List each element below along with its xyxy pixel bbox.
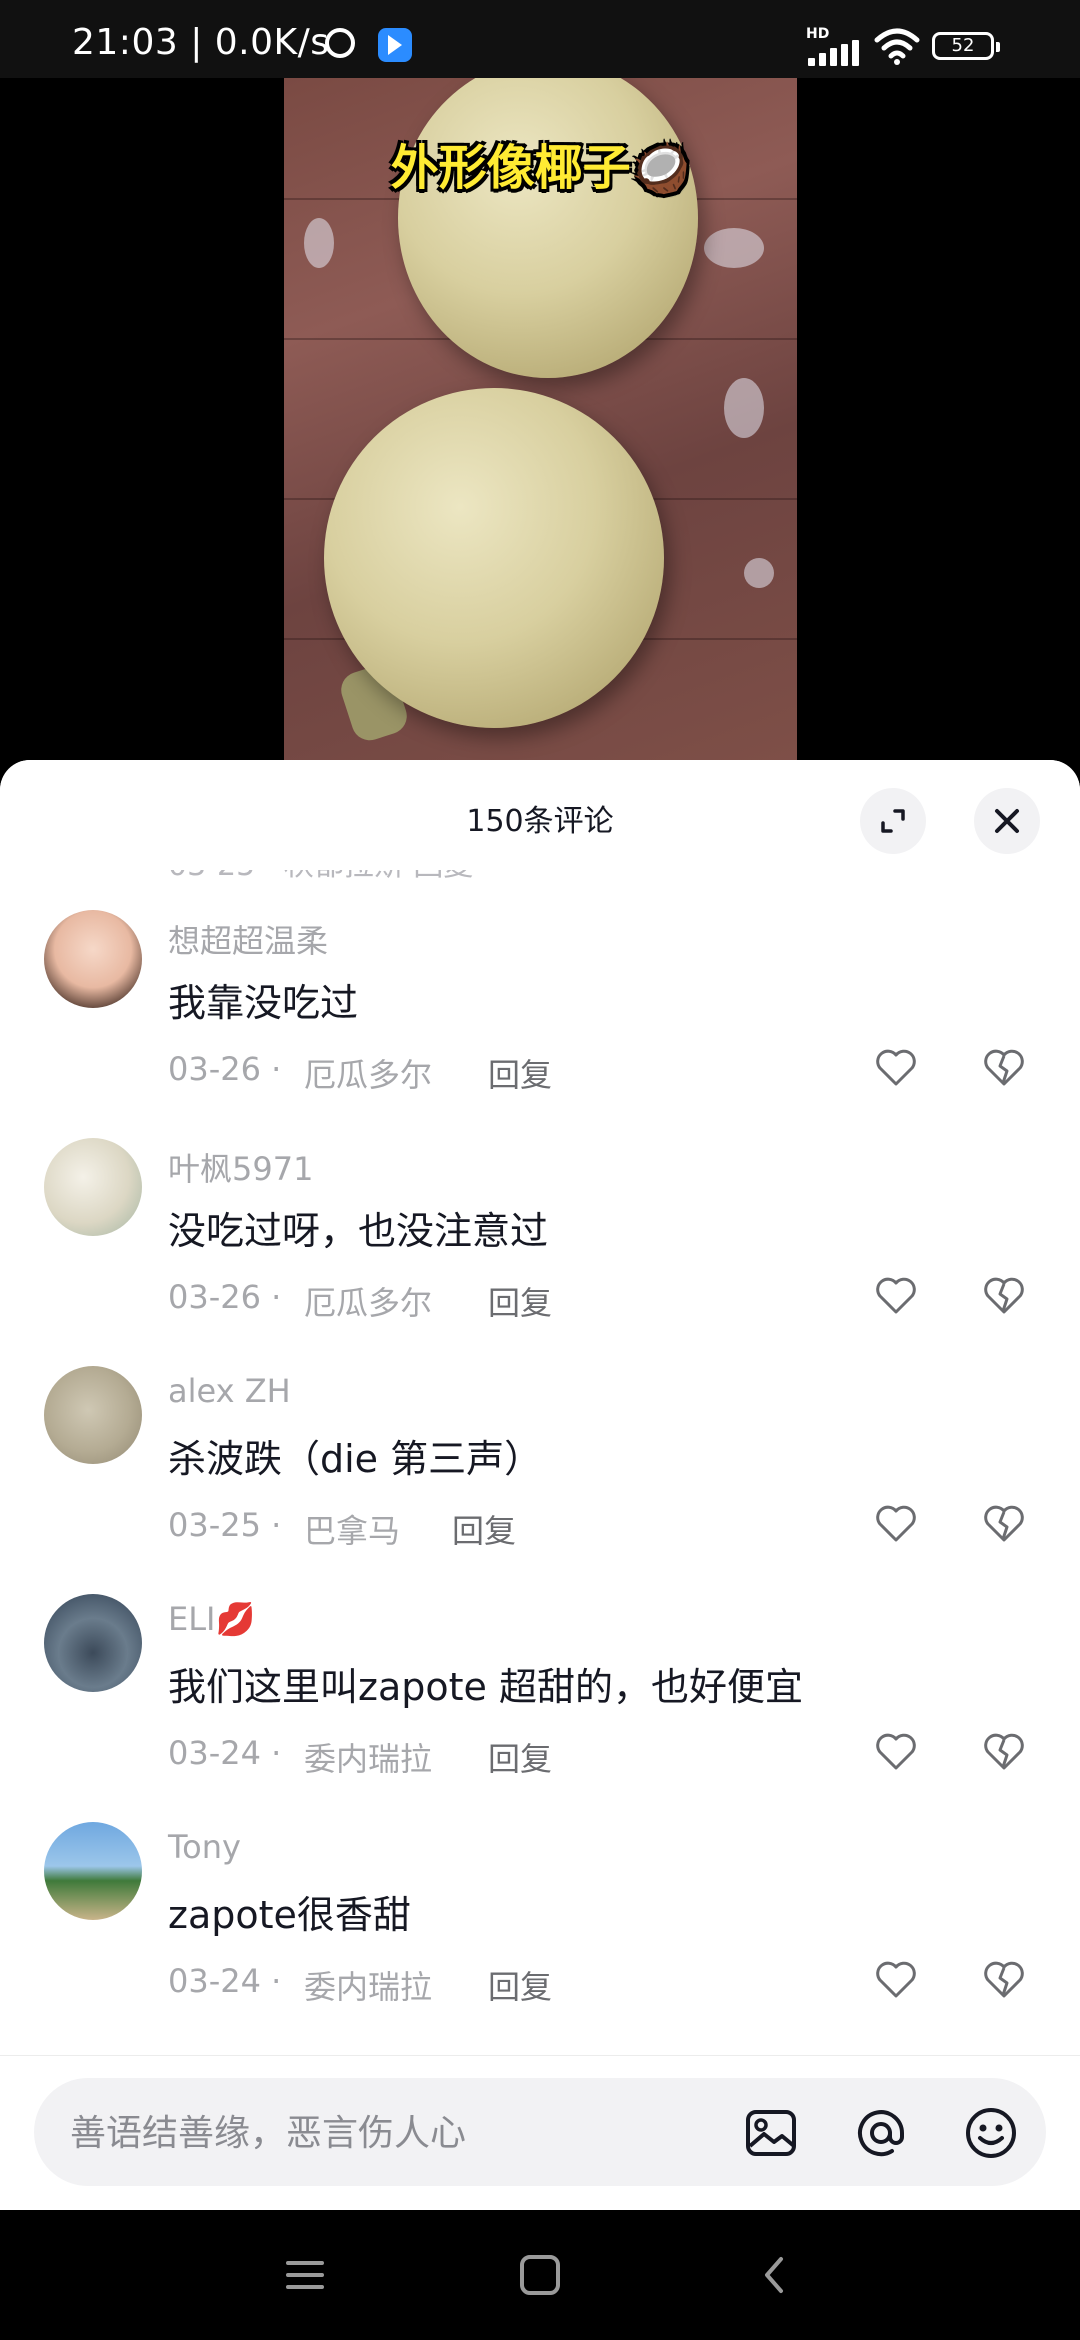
reply-button[interactable]: 回复 [452, 1506, 516, 1552]
comment-text[interactable]: 杀波跌（die 第三声） [168, 1428, 542, 1483]
comment-date: 03-24 · [168, 1734, 282, 1772]
reply-button[interactable]: 回复 [488, 1962, 552, 2008]
comment-location: 厄瓜多尔 [304, 1056, 433, 1094]
alarm-icon [325, 28, 355, 58]
comment-item: 叶枫5971 没吃过呀，也没注意过 03-26 · 厄瓜多尔 回复 [0, 1138, 1080, 1366]
app-notification-icon [378, 28, 412, 62]
reply-button[interactable]: 回复 [488, 1050, 552, 1096]
comment-input-bar [0, 2055, 1080, 2211]
status-time: 21:03 | 0.0K/s [72, 22, 330, 63]
comment-text[interactable]: 我们这里叫zapote 超甜的，也好便宜 [168, 1656, 803, 1711]
avatar[interactable] [44, 910, 142, 1008]
comment-location: 厄瓜多尔 [304, 1284, 433, 1322]
comment-text[interactable]: zapote很香甜 [168, 1884, 411, 1939]
comment-item: alex ZH 杀波跌（die 第三声） 03-25 · 巴拿马 回复 [0, 1366, 1080, 1594]
system-navigation-bar [0, 2210, 1080, 2340]
avatar[interactable] [44, 1138, 142, 1236]
comment-date: 03-26 · [168, 1050, 282, 1088]
video-caption: 外形像椰子🥥 [390, 140, 691, 196]
comment-location: 巴拿马 [304, 1512, 401, 1550]
broken-heart-icon[interactable] [982, 1046, 1026, 1090]
comment-input-container[interactable] [34, 2078, 1046, 2186]
heart-outline-icon[interactable] [874, 1958, 918, 2002]
comment-username[interactable]: alex ZH [168, 1372, 291, 1410]
home-square-icon[interactable] [515, 2250, 565, 2300]
heart-outline-icon[interactable] [874, 1274, 918, 1318]
signal-icon [808, 40, 860, 66]
expand-icon [881, 809, 905, 833]
at-icon[interactable] [854, 2106, 908, 2160]
comment-text[interactable]: 没吃过呀，也没注意过 [168, 1200, 548, 1255]
avatar[interactable] [44, 1822, 142, 1920]
status-bar: 21:03 | 0.0K/s HD 52 [0, 0, 1080, 78]
menu-icon[interactable] [280, 2250, 330, 2300]
image-icon[interactable] [744, 2106, 798, 2160]
broken-heart-icon[interactable] [982, 1274, 1026, 1318]
video-player[interactable]: 外形像椰子🥥 [284, 78, 797, 778]
sheet-header: 150条评论 [0, 760, 1080, 870]
back-chevron-icon[interactable] [750, 2250, 800, 2300]
comment-date: 03-26 · [168, 1278, 282, 1316]
comment-input[interactable] [68, 2102, 722, 2164]
comment-item: 想超超温柔 我靠没吃过 03-26 · 厄瓜多尔 回复 [0, 910, 1080, 1138]
close-icon [995, 809, 1019, 833]
avatar[interactable] [44, 1594, 142, 1692]
comment-username[interactable]: Tony [168, 1828, 241, 1866]
reply-button[interactable]: 回复 [488, 1734, 552, 1780]
comment-text[interactable]: 我靠没吃过 [168, 972, 358, 1027]
comment-username[interactable]: ELI💋 [168, 1600, 255, 1638]
comment-date: 03-24 · [168, 1962, 282, 2000]
comment-username[interactable]: 想超超温柔 [168, 916, 328, 962]
comment-item: ELI💋 我们这里叫zapote 超甜的，也好便宜 03-24 · 委内瑞拉 回… [0, 1594, 1080, 1822]
avatar[interactable] [44, 1366, 142, 1464]
comment-location: 委内瑞拉 [304, 1968, 433, 2006]
reply-button[interactable]: 回复 [488, 1278, 552, 1324]
expand-button[interactable] [860, 788, 926, 854]
broken-heart-icon[interactable] [982, 1730, 1026, 1774]
close-button[interactable] [974, 788, 1040, 854]
broken-heart-icon[interactable] [982, 1958, 1026, 2002]
emoji-icon[interactable] [964, 2106, 1018, 2160]
fruit-image-top [398, 78, 698, 378]
broken-heart-icon[interactable] [982, 1502, 1026, 1546]
comment-list: 想超超温柔 我靠没吃过 03-26 · 厄瓜多尔 回复 叶枫5971 没吃过呀，… [0, 910, 1080, 2050]
comment-location: 委内瑞拉 [304, 1740, 433, 1778]
comment-item: Tony zapote很香甜 03-24 · 委内瑞拉 回复 [0, 1822, 1080, 2050]
heart-outline-icon[interactable] [874, 1046, 918, 1090]
battery-indicator: 52 [932, 32, 1000, 60]
comment-date: 03-25 · [168, 1506, 282, 1544]
wifi-icon [874, 28, 920, 65]
heart-outline-icon[interactable] [874, 1502, 918, 1546]
comments-sheet: 150条评论 03-25 · 秋都拉斯 回复 想超超温柔 我靠没吃过 03-26… [0, 760, 1080, 2210]
fruit-image-bottom [324, 388, 664, 728]
heart-outline-icon[interactable] [874, 1730, 918, 1774]
comment-username[interactable]: 叶枫5971 [168, 1144, 313, 1190]
